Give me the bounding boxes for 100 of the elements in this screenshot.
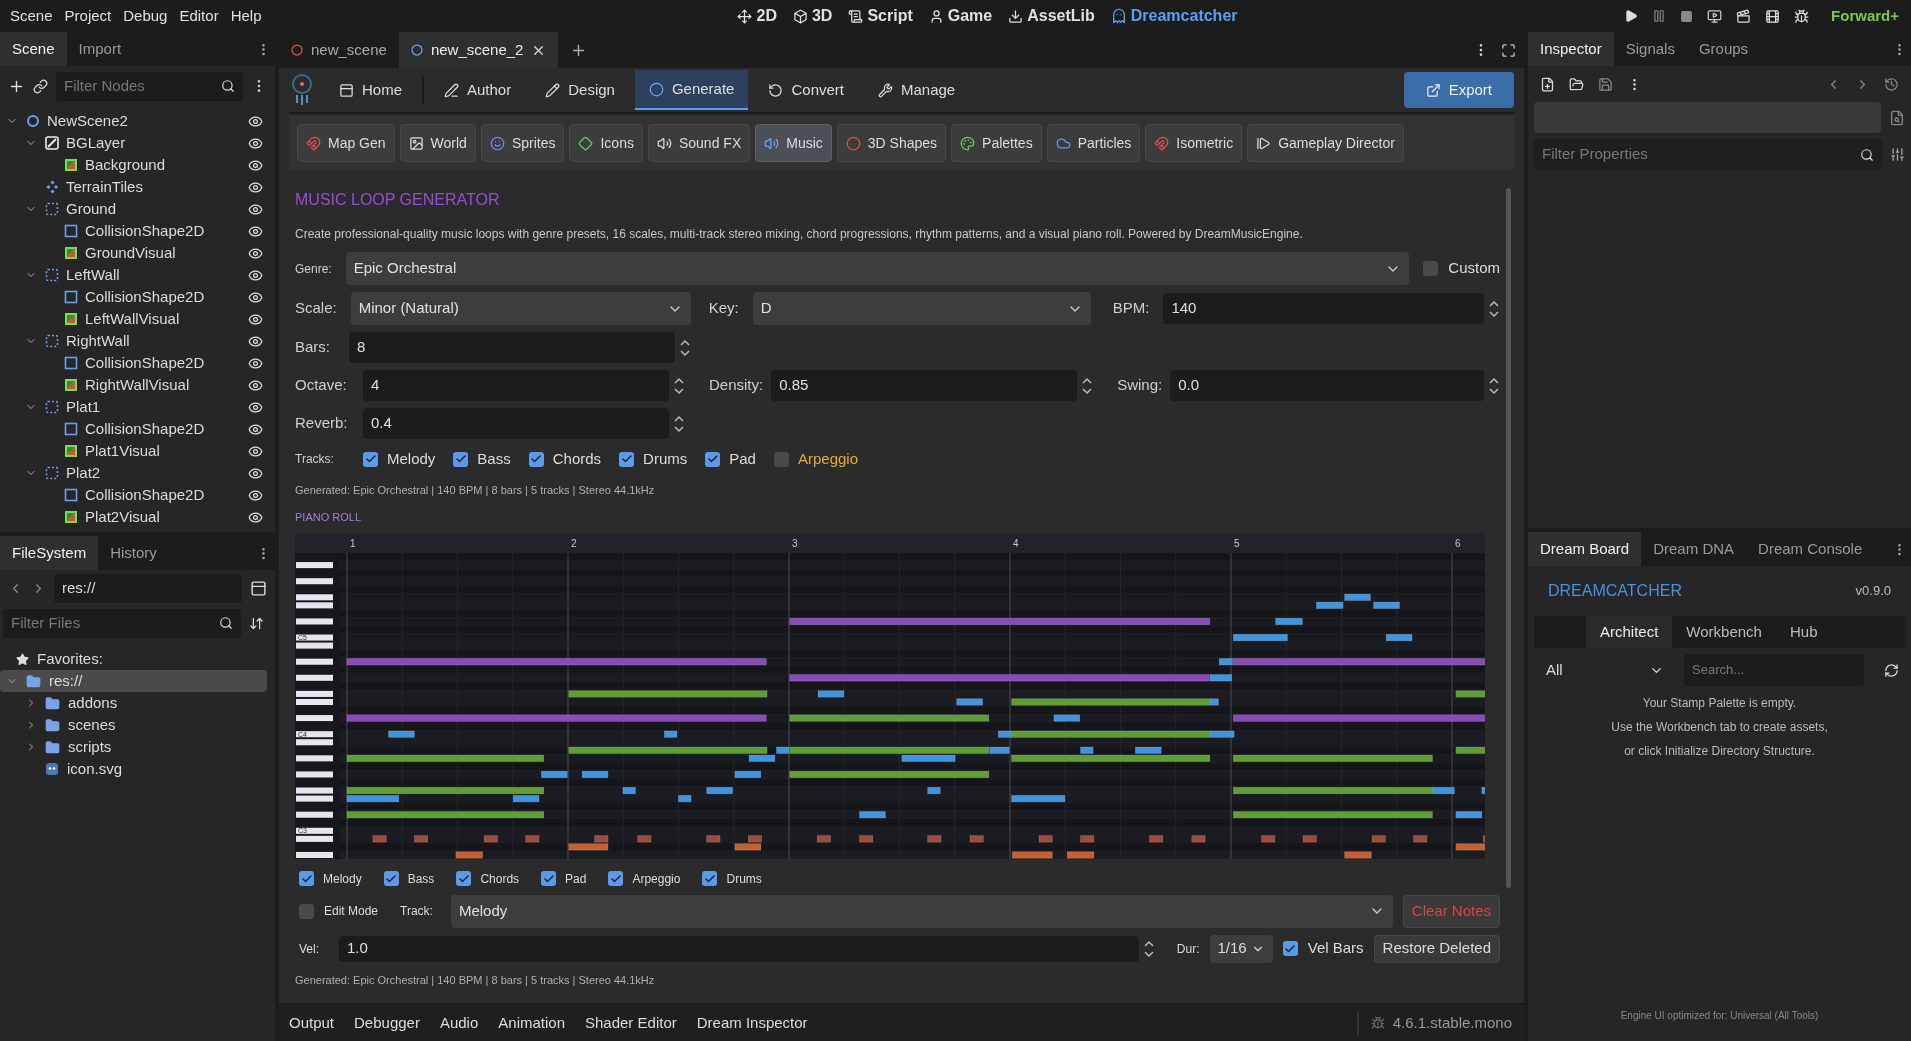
stop-icon[interactable] — [1680, 9, 1694, 23]
tree-item[interactable]: BGLayer — [66, 131, 248, 155]
tool-button[interactable]: Map Gen — [297, 124, 395, 162]
nav-tab[interactable]: Generate — [634, 70, 749, 110]
visibility-eye-icon[interactable] — [248, 377, 263, 393]
bottom-panel-tab[interactable]: Output — [279, 1011, 345, 1035]
genre-dropdown[interactable]: Epic Orchestral — [345, 252, 1410, 285]
file-tree-item[interactable]: scenes — [0, 714, 267, 736]
velocity-field[interactable]: 1.0 — [339, 935, 1139, 962]
tree-item[interactable]: Plat2 — [66, 461, 248, 485]
duration-dropdown[interactable]: 1/16 — [1209, 934, 1273, 963]
track-dropdown[interactable]: Melody — [450, 894, 1393, 928]
tool-button[interactable]: Palettes — [951, 124, 1042, 162]
tool-button[interactable]: World — [399, 124, 476, 162]
visibility-eye-icon[interactable] — [248, 443, 263, 459]
nav-tab[interactable]: Design — [531, 70, 629, 110]
checkbox[interactable] — [773, 451, 789, 467]
fullscreen-icon[interactable] — [1501, 42, 1516, 58]
visibility-eye-icon[interactable] — [248, 245, 263, 261]
dock-tab[interactable]: Dream Board — [1528, 532, 1642, 566]
doc-search-icon[interactable] — [1889, 109, 1905, 126]
menu-item[interactable]: Project — [58, 4, 118, 28]
tree-item[interactable]: LeftWall — [66, 263, 248, 287]
tree-item[interactable]: CollisionShape2D — [85, 483, 248, 507]
tool-button[interactable]: Icons — [569, 124, 643, 162]
bottom-panel-tab[interactable]: Animation — [488, 1011, 575, 1035]
checkbox[interactable] — [608, 871, 624, 886]
search-field[interactable]: Search... — [1684, 654, 1864, 686]
nav-tab[interactable]: Convert — [754, 70, 858, 110]
bottom-panel-tab[interactable]: Shader Editor — [575, 1011, 687, 1035]
checkbox[interactable] — [299, 871, 314, 886]
sort-icon[interactable] — [249, 615, 264, 631]
menu-item[interactable]: Scene — [4, 4, 59, 28]
dock-tab[interactable]: Signals — [1613, 32, 1687, 66]
dock-tab[interactable]: History — [98, 536, 169, 570]
save-icon[interactable] — [1598, 76, 1613, 92]
key-dropdown[interactable]: D — [752, 292, 1091, 325]
dock-tab[interactable]: Groups — [1686, 32, 1761, 66]
visibility-eye-icon[interactable] — [248, 201, 263, 217]
sub-tab[interactable]: Architect — [1586, 616, 1673, 648]
restore-deleted-button[interactable]: Restore Deleted — [1373, 934, 1500, 963]
tree-item[interactable]: CollisionShape2D — [85, 219, 248, 243]
tool-button[interactable]: Sprites — [480, 124, 565, 162]
bottom-panel-tab[interactable]: Audio — [429, 1011, 489, 1035]
category-dropdown[interactable]: All — [1534, 654, 1676, 686]
workspace-tab[interactable]: Game — [928, 4, 993, 28]
nav-tab[interactable]: Home — [325, 70, 416, 110]
bars-field[interactable]: 8 — [349, 332, 675, 363]
tool-button[interactable]: Isometric — [1145, 124, 1243, 162]
visibility-eye-icon[interactable] — [248, 267, 263, 283]
clapperboard-icon[interactable] — [1736, 8, 1752, 24]
file-tree-item[interactable]: addons — [0, 692, 267, 714]
tree-item[interactable]: NewScene2 — [47, 109, 248, 133]
link-icon[interactable] — [33, 78, 48, 94]
checkbox[interactable] — [363, 451, 378, 467]
density-field[interactable]: 0.85 — [771, 370, 1078, 401]
octave-field[interactable]: 4 — [363, 370, 669, 401]
file-tree-item[interactable]: res:// — [0, 670, 267, 692]
bottom-panel-tab[interactable]: Dream Inspector — [686, 1011, 818, 1035]
tree-item[interactable]: GroundVisual — [85, 241, 248, 265]
swing-field[interactable]: 0.0 — [1170, 370, 1484, 401]
checkbox[interactable] — [528, 451, 544, 467]
scene-tab[interactable]: new_scene_2 — [398, 32, 559, 68]
tree-item[interactable]: Plat1Visual — [85, 439, 248, 463]
bottom-panel-tab[interactable]: Debugger — [344, 1011, 430, 1035]
checkbox[interactable] — [541, 871, 557, 886]
play-icon[interactable] — [1624, 9, 1639, 23]
menu-item[interactable]: Debug — [117, 4, 174, 28]
open-folder-icon[interactable] — [1569, 76, 1584, 92]
tool-button[interactable]: Gameplay Director — [1247, 124, 1404, 162]
checkbox[interactable] — [453, 451, 469, 467]
visibility-eye-icon[interactable] — [248, 355, 263, 371]
dock-tab[interactable]: Dream Console — [1746, 532, 1875, 566]
new-resource-icon[interactable] — [1540, 76, 1555, 92]
scale-dropdown[interactable]: Minor (Natural) — [350, 292, 691, 325]
tree-item[interactable]: LeftWallVisual — [85, 307, 248, 331]
tree-item[interactable]: Ground — [66, 197, 248, 221]
tree-item[interactable]: TerrainTiles — [66, 175, 248, 199]
visibility-eye-icon[interactable] — [248, 509, 263, 525]
visibility-eye-icon[interactable] — [248, 421, 263, 437]
visibility-eye-icon[interactable] — [248, 399, 263, 415]
menu-item[interactable]: Help — [224, 4, 268, 28]
workspace-tab[interactable]: Dreamcatcher — [1110, 4, 1238, 28]
nav-tab[interactable]: Manage — [864, 70, 970, 110]
visibility-eye-icon[interactable] — [248, 465, 263, 481]
sub-tab[interactable]: Workbench — [1672, 616, 1776, 648]
scrollbar[interactable] — [1506, 188, 1511, 888]
checkbox[interactable] — [299, 903, 314, 919]
dock-tab[interactable]: FileSystem — [0, 536, 99, 570]
tree-item[interactable]: Plat1 — [66, 395, 248, 419]
visibility-eye-icon[interactable] — [248, 333, 263, 349]
tree-item[interactable]: Plat2Visual — [85, 505, 248, 529]
workspace-tab[interactable]: Script — [848, 4, 913, 28]
checkbox[interactable] — [1423, 261, 1439, 276]
history-icon[interactable] — [1884, 76, 1899, 92]
favorites-label[interactable]: Favorites: — [37, 647, 103, 671]
tool-button[interactable]: Music — [755, 124, 832, 162]
nav-tab[interactable]: Author — [430, 70, 526, 110]
bpm-field[interactable]: 140 — [1163, 293, 1484, 324]
path-field[interactable]: res:// — [54, 573, 242, 603]
